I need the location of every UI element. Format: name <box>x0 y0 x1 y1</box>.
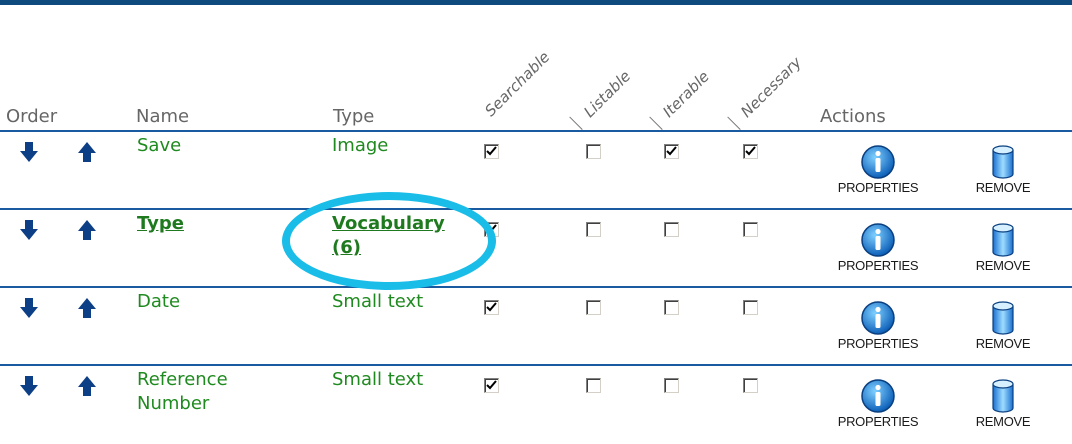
necessary-checkbox[interactable] <box>743 144 758 159</box>
remove-label[interactable]: REMOVE <box>968 258 1038 273</box>
properties-button[interactable]: PROPERTIES <box>836 378 920 429</box>
row-separator <box>0 286 1072 288</box>
remove-label[interactable]: REMOVE <box>968 414 1038 429</box>
field-name-text-line2: Number <box>137 393 210 414</box>
highlight-circle <box>282 192 496 290</box>
top-border <box>0 0 1072 5</box>
listable-checkbox[interactable] <box>586 144 601 159</box>
searchable-checkbox[interactable] <box>484 300 499 315</box>
info-icon[interactable] <box>836 378 920 414</box>
header-listable: Listable <box>580 67 635 121</box>
iterable-checkbox[interactable] <box>664 222 679 237</box>
move-up-arrow-icon[interactable] <box>78 376 96 396</box>
field-type: Image <box>332 134 388 158</box>
remove-button[interactable]: REMOVE <box>968 378 1038 429</box>
field-name: Save <box>137 134 181 158</box>
properties-button[interactable]: PROPERTIES <box>836 144 920 195</box>
field-name-text[interactable]: Type <box>137 213 184 234</box>
field-type: Small text <box>332 290 423 314</box>
header-type: Type <box>333 106 375 127</box>
header-searchable: Searchable <box>481 47 554 121</box>
properties-label[interactable]: PROPERTIES <box>836 180 920 195</box>
listable-checkbox[interactable] <box>586 378 601 393</box>
field-type-text: Image <box>332 135 389 156</box>
field-type-text: Small text <box>332 291 424 312</box>
necessary-checkbox[interactable] <box>743 300 758 315</box>
database-icon[interactable] <box>968 144 1038 180</box>
remove-label[interactable]: REMOVE <box>968 180 1038 195</box>
move-down-arrow-icon[interactable] <box>20 142 38 162</box>
database-icon[interactable] <box>968 222 1038 258</box>
header-actions: Actions <box>820 106 886 127</box>
header-divider <box>569 116 583 130</box>
field-name-text: Save <box>137 135 182 156</box>
listable-checkbox[interactable] <box>586 300 601 315</box>
field-name-text: Date <box>137 291 181 312</box>
table-row: Type Vocabulary (6) PROPERTIES REMOVE <box>0 212 1072 288</box>
field-name-text: Reference <box>137 369 228 390</box>
remove-label[interactable]: REMOVE <box>968 336 1038 351</box>
table-row: Reference Number Small text PROPERTIES REMOV… <box>0 368 1072 444</box>
row-separator <box>0 208 1072 210</box>
header-name: Name <box>136 106 190 127</box>
properties-button[interactable]: PROPERTIES <box>836 222 920 273</box>
move-up-arrow-icon[interactable] <box>78 220 96 240</box>
iterable-checkbox[interactable] <box>664 378 679 393</box>
necessary-checkbox[interactable] <box>743 222 758 237</box>
move-down-arrow-icon[interactable] <box>20 376 38 396</box>
header-necessary: Necessary <box>737 53 806 121</box>
database-icon[interactable] <box>968 300 1038 336</box>
move-up-arrow-icon[interactable] <box>78 142 96 162</box>
field-name: Reference Number <box>137 368 228 416</box>
iterable-checkbox[interactable] <box>664 144 679 159</box>
searchable-checkbox[interactable] <box>484 378 499 393</box>
field-type: Small text <box>332 368 423 392</box>
necessary-checkbox[interactable] <box>743 378 758 393</box>
info-icon[interactable] <box>836 300 920 336</box>
listable-checkbox[interactable] <box>586 222 601 237</box>
database-icon[interactable] <box>968 378 1038 414</box>
properties-label[interactable]: PROPERTIES <box>836 414 920 429</box>
remove-button[interactable]: REMOVE <box>968 144 1038 195</box>
table-row: Date Small text PROPERTIES REMOVE <box>0 290 1072 366</box>
properties-label[interactable]: PROPERTIES <box>836 258 920 273</box>
header-divider <box>727 116 741 130</box>
header-iterable: Iterable <box>659 67 713 121</box>
properties-button[interactable]: PROPERTIES <box>836 300 920 351</box>
move-down-arrow-icon[interactable] <box>20 298 38 318</box>
move-up-arrow-icon[interactable] <box>78 298 96 318</box>
remove-button[interactable]: REMOVE <box>968 300 1038 351</box>
searchable-checkbox[interactable] <box>484 144 499 159</box>
field-type-text: Small text <box>332 369 424 390</box>
table-row: Save Image PROPERTIES REMOVE <box>0 134 1072 210</box>
header-order: Order <box>6 106 58 127</box>
header-separator <box>0 130 1072 132</box>
header-divider <box>649 116 663 130</box>
iterable-checkbox[interactable] <box>664 300 679 315</box>
remove-button[interactable]: REMOVE <box>968 222 1038 273</box>
properties-label[interactable]: PROPERTIES <box>836 336 920 351</box>
move-down-arrow-icon[interactable] <box>20 220 38 240</box>
row-separator <box>0 364 1072 366</box>
info-icon[interactable] <box>836 222 920 258</box>
field-name: Date <box>137 290 180 314</box>
field-name[interactable]: Type <box>137 212 184 236</box>
info-icon[interactable] <box>836 144 920 180</box>
